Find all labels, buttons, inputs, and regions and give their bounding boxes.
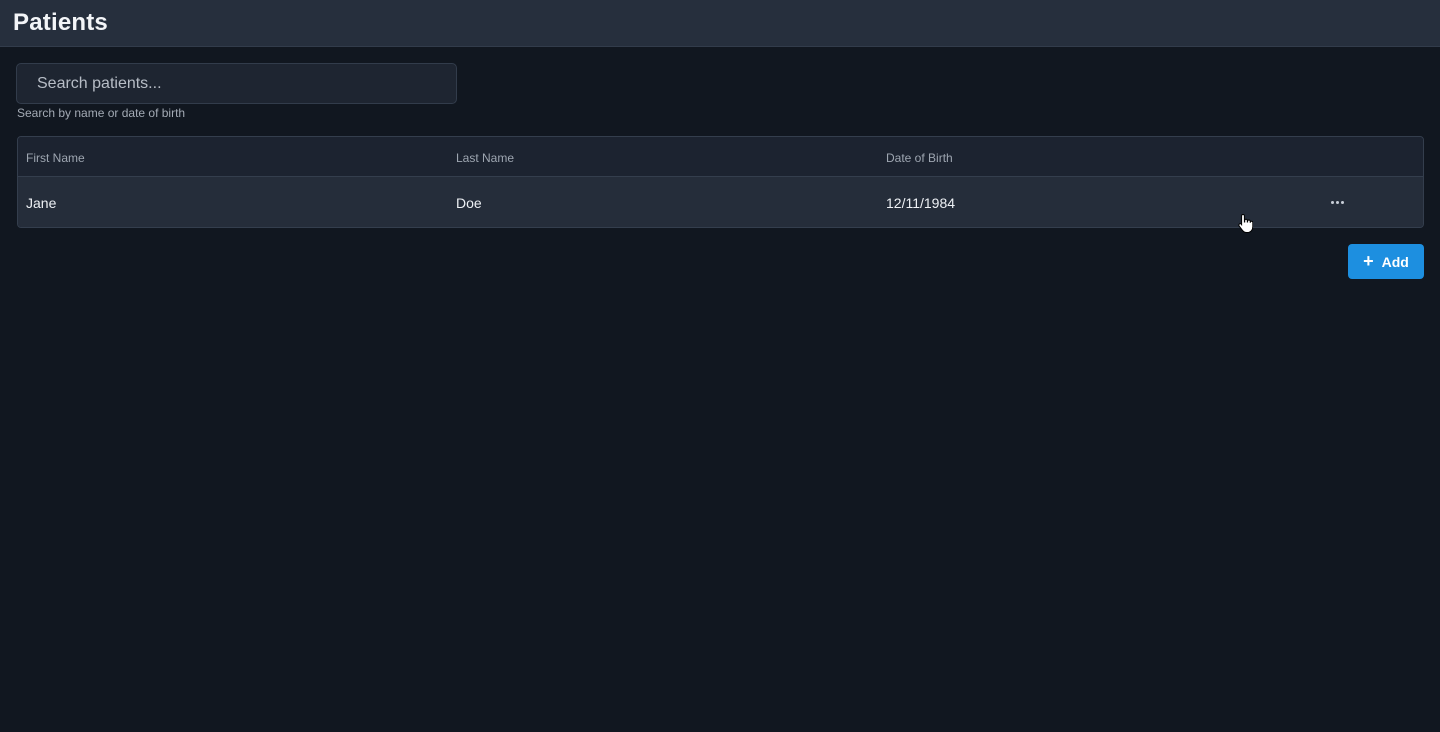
more-horizontal-icon[interactable] bbox=[1326, 189, 1348, 215]
search-input[interactable] bbox=[17, 64, 456, 103]
add-button[interactable]: + Add bbox=[1348, 244, 1424, 279]
table-header: First Name Last Name Date of Birth bbox=[18, 137, 1423, 177]
column-header-first-name[interactable]: First Name bbox=[26, 151, 85, 165]
page-title: Patients bbox=[13, 9, 108, 36]
patients-table: First Name Last Name Date of Birth Jane … bbox=[17, 136, 1424, 228]
table-row[interactable]: Jane Doe 12/11/1984 bbox=[18, 177, 1423, 227]
cell-first-name: Jane bbox=[26, 195, 57, 211]
search-box[interactable] bbox=[16, 63, 457, 104]
column-header-last-name[interactable]: Last Name bbox=[456, 151, 514, 165]
cell-date-of-birth: 12/11/1984 bbox=[886, 195, 956, 211]
cell-last-name: Doe bbox=[456, 195, 482, 211]
search-hint: Search by name or date of birth bbox=[17, 106, 186, 120]
plus-icon: + bbox=[1363, 250, 1374, 271]
top-header: Patients bbox=[0, 0, 1440, 47]
hand-pointer-icon bbox=[1238, 213, 1253, 233]
add-button-label: Add bbox=[1381, 253, 1409, 270]
column-header-date-of-birth[interactable]: Date of Birth bbox=[886, 151, 953, 165]
